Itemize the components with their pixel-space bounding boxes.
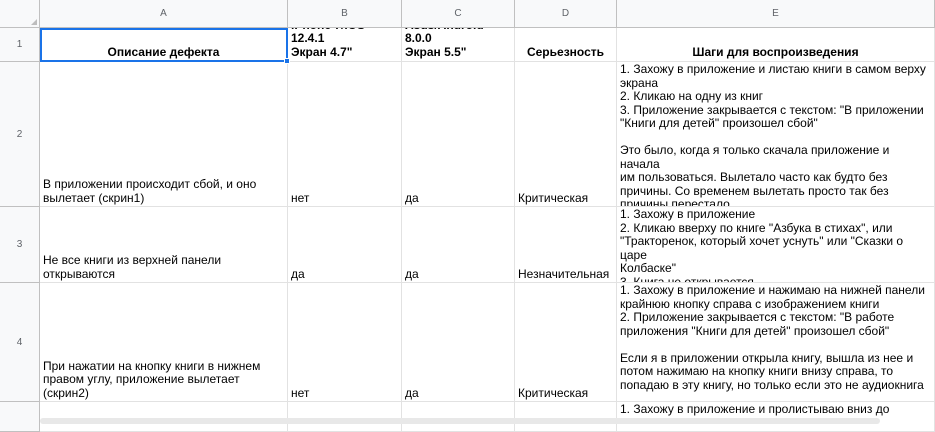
cell-c4[interactable]: да	[402, 283, 515, 402]
row-number: 1	[16, 39, 23, 50]
cell-e2[interactable]: 1. Захожу в приложение и листаю книги в …	[617, 62, 935, 207]
cell-d3[interactable]: Незначительная	[515, 207, 617, 283]
cell-d4[interactable]: Критическая	[515, 283, 617, 402]
cell-a3[interactable]: Не все книги из верхней панели открывают…	[40, 207, 288, 283]
cell-e1[interactable]: Шаги для воспроизведения	[617, 28, 935, 62]
iphone-result: нет	[291, 190, 310, 205]
column-header-c[interactable]: C	[402, 0, 515, 28]
severity-value: Критическая	[518, 190, 589, 205]
steps-text: 1. Захожу в приложение и пролистываю вни…	[620, 402, 890, 416]
steps-text: 1. Захожу в приложение и листаю книги в …	[620, 62, 926, 207]
android-result: да	[405, 190, 419, 205]
cell-b5[interactable]	[288, 402, 402, 432]
row-header-5[interactable]	[0, 402, 40, 432]
iphone-result: да	[291, 266, 305, 281]
defect-description: При нажатии на кнопку книги в нижнем пра…	[43, 358, 261, 400]
cell-a1[interactable]: Описание дефекта	[40, 28, 288, 62]
column-header-d[interactable]: D	[515, 0, 617, 28]
row-header-4[interactable]: 4	[0, 283, 40, 402]
column-header-e[interactable]: E	[617, 0, 935, 28]
cell-e4[interactable]: 1. Захожу в приложение и нажимаю на нижн…	[617, 283, 935, 402]
cell-d5[interactable]	[515, 402, 617, 432]
cell-c3[interactable]: да	[402, 207, 515, 283]
severity-value: Критическая	[518, 385, 589, 400]
row-header-1[interactable]: 1	[0, 28, 40, 62]
row-number: 3	[16, 239, 23, 250]
row-number: 4	[16, 336, 23, 348]
row-number: 2	[16, 128, 23, 140]
cell-b4[interactable]: нет	[288, 283, 402, 402]
cell-b2[interactable]: нет	[288, 62, 402, 207]
android-result: да	[405, 385, 419, 400]
cell-b3[interactable]: да	[288, 207, 402, 283]
header-defect-description: Описание дефекта	[107, 44, 220, 59]
severity-value: Незначительная	[518, 266, 610, 281]
row-header-3[interactable]: 3	[0, 207, 40, 283]
android-result: да	[405, 266, 419, 281]
cell-e3[interactable]: 1. Захожу в приложение 2. Кликаю вверху …	[617, 207, 935, 283]
cell-a5[interactable]	[40, 402, 288, 432]
steps-text: 1. Захожу в приложение и нажимаю на нижн…	[620, 283, 925, 392]
header-android: Asus/Android 8.0.0 Экран 5.5"	[405, 28, 484, 59]
cell-c5[interactable]	[402, 402, 515, 432]
cell-c2[interactable]: да	[402, 62, 515, 207]
cell-a2[interactable]: В приложении происходит сбой, и оно выле…	[40, 62, 288, 207]
horizontal-scrollbar[interactable]	[40, 418, 880, 424]
cell-d2[interactable]: Критическая	[515, 62, 617, 207]
row-header-2[interactable]: 2	[0, 62, 40, 207]
column-header-b[interactable]: B	[288, 0, 402, 28]
steps-text: 1. Захожу в приложение 2. Кликаю вверху …	[620, 207, 904, 283]
header-iphone: iPhone 7/iOS 12.4.1 Экран 4.7"	[291, 28, 365, 59]
cell-a4[interactable]: При нажатии на кнопку книги в нижнем пра…	[40, 283, 288, 402]
cell-c1[interactable]: Asus/Android 8.0.0 Экран 5.5"	[402, 28, 515, 62]
cell-d1[interactable]: Серьезность	[515, 28, 617, 62]
cell-e5[interactable]: 1. Захожу в приложение и пролистываю вни…	[617, 402, 935, 432]
cell-b1[interactable]: iPhone 7/iOS 12.4.1 Экран 4.7"	[288, 28, 402, 62]
iphone-result: нет	[291, 385, 310, 400]
header-steps: Шаги для воспроизведения	[692, 44, 859, 59]
defect-description: В приложении происходит сбой, и оно выле…	[43, 177, 257, 205]
select-all-corner[interactable]	[0, 0, 40, 28]
header-severity: Серьезность	[526, 44, 605, 59]
defect-description: Не все книги из верхней панели открывают…	[43, 253, 222, 281]
fill-handle[interactable]	[284, 58, 290, 64]
column-header-a[interactable]: A	[40, 0, 288, 28]
